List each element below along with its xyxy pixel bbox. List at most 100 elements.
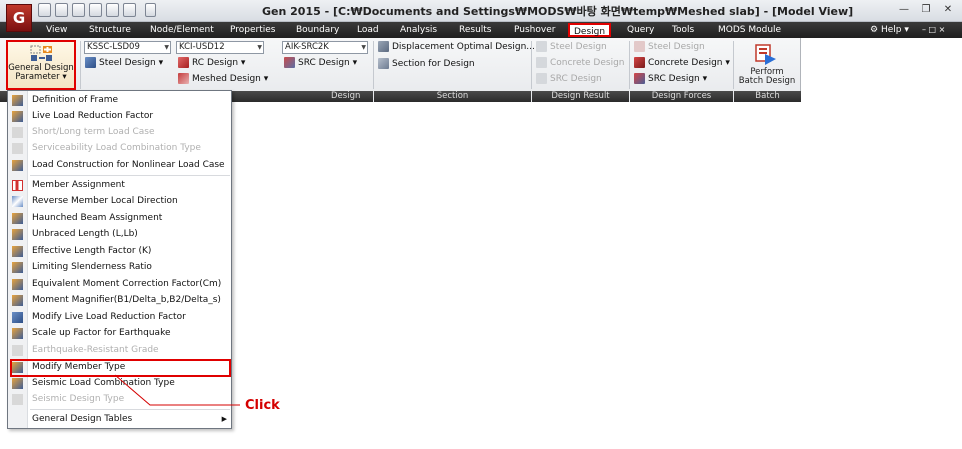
menu-design[interactable]: Design xyxy=(568,23,612,37)
menu-item-short-long-term-load-case: Short/Long term Load Case xyxy=(8,124,231,140)
menu-item-live-load-reduction-factor[interactable]: Live Load Reduction Factor xyxy=(8,108,231,124)
src-design-button[interactable]: SRC Design ▾ xyxy=(284,56,357,70)
menu-tools[interactable]: Tools xyxy=(672,22,694,38)
src-design-icon xyxy=(284,57,295,68)
window-title: Gen 2015 - [C:₩Documents and Settings₩MO… xyxy=(262,5,854,18)
print-preview-icon[interactable] xyxy=(106,3,119,17)
slenderness-icon xyxy=(12,262,23,273)
modify-live-load-icon xyxy=(12,312,23,323)
general-design-parameter-menu: Definition of Frame Live Load Reduction … xyxy=(7,90,232,429)
menu-item-haunched-beam-assignment[interactable]: Haunched Beam Assignment xyxy=(8,210,231,226)
chevron-down-icon: ▼ xyxy=(361,44,366,51)
menu-separator xyxy=(30,409,230,410)
menu-query[interactable]: Query xyxy=(627,22,654,38)
group-label-design-forces: Design Forces xyxy=(630,91,733,102)
result-concrete-design-button: Concrete Design xyxy=(536,56,624,70)
rc-code-combo[interactable]: KCI-USD12 ▼ xyxy=(176,41,264,54)
forces-steel-design-button: Steel Design xyxy=(634,40,705,54)
meshed-design-button[interactable]: Meshed Design ▾ xyxy=(178,72,268,86)
menu-item-reverse-member-local-direction[interactable]: Reverse Member Local Direction xyxy=(8,193,231,209)
quick-access-dropdown-icon[interactable] xyxy=(145,3,156,17)
menu-item-definition-of-frame[interactable]: Definition of Frame xyxy=(8,92,231,108)
separator xyxy=(531,41,532,89)
src-result-icon xyxy=(536,73,547,84)
displacement-optimal-design-button[interactable]: Displacement Optimal Design... xyxy=(378,40,535,54)
frame-icon xyxy=(12,95,23,106)
general-design-parameter-button[interactable]: General Design Parameter ▾ xyxy=(6,40,76,90)
click-annotation: Click xyxy=(245,398,280,413)
batch-design-icon xyxy=(755,44,776,65)
steel-design-button[interactable]: Steel Design ▾ xyxy=(85,56,163,70)
separator xyxy=(733,41,734,89)
group-label-batch: Batch xyxy=(734,91,801,102)
unbraced-length-icon xyxy=(12,229,23,240)
steel-forces-icon xyxy=(634,41,645,52)
menu-structure[interactable]: Structure xyxy=(89,22,131,38)
open-folder-icon[interactable] xyxy=(38,3,51,17)
menu-pushover[interactable]: Pushover xyxy=(514,22,555,38)
steel-code-combo[interactable]: KSSC-LSD09 ▼ xyxy=(84,41,171,54)
menu-item-member-assignment[interactable]: Member Assignment xyxy=(8,177,231,193)
mdi-window-controls[interactable]: – □ × xyxy=(922,22,945,38)
menu-load[interactable]: Load xyxy=(357,22,379,38)
separator xyxy=(373,41,374,89)
save-icon[interactable] xyxy=(72,3,85,17)
effective-length-icon xyxy=(12,246,23,257)
title-bar: Gen 2015 - [C:₩Documents and Settings₩MO… xyxy=(0,0,962,22)
moment-magnifier-icon xyxy=(12,295,23,306)
menu-item-effective-length-factor[interactable]: Effective Length Factor (K) xyxy=(8,243,231,259)
forces-concrete-design-button[interactable]: Concrete Design ▾ xyxy=(634,56,730,70)
menu-item-modify-live-load-reduction[interactable]: Modify Live Load Reduction Factor xyxy=(8,309,231,325)
submenu-arrow-icon: ▶ xyxy=(221,415,227,423)
copy-icon[interactable] xyxy=(123,3,136,17)
haunched-beam-icon xyxy=(12,213,23,224)
load-case-icon xyxy=(12,127,23,138)
menu-item-moment-magnifier[interactable]: Moment Magnifier(B1/Delta_b,B2/Delta_s) xyxy=(8,292,231,308)
menu-item-unbraced-length[interactable]: Unbraced Length (L,Lb) xyxy=(8,226,231,242)
menu-item-limiting-slenderness-ratio[interactable]: Limiting Slenderness Ratio xyxy=(8,259,231,275)
nonlinear-load-icon xyxy=(12,160,23,171)
menu-item-equivalent-moment-correction[interactable]: Equivalent Moment Correction Factor(Cm) xyxy=(8,276,231,292)
member-assignment-icon xyxy=(12,180,23,191)
steel-design-icon xyxy=(85,57,96,68)
meshed-design-icon xyxy=(178,73,189,84)
chevron-down-icon: ▼ xyxy=(257,44,262,51)
menu-item-general-design-tables[interactable]: General Design Tables ▶ xyxy=(8,411,231,427)
rc-design-button[interactable]: RC Design ▾ xyxy=(178,56,245,70)
steel-result-icon xyxy=(536,41,547,52)
menu-results[interactable]: Results xyxy=(459,22,492,38)
perform-batch-design-button[interactable]: Perform Batch Design xyxy=(735,41,799,89)
menu-item-seismic-load-combination-type[interactable]: Seismic Load Combination Type xyxy=(8,375,231,391)
new-file-icon[interactable] xyxy=(55,3,68,17)
menu-view[interactable]: View xyxy=(46,22,67,38)
minimize-icon[interactable]: — xyxy=(897,4,911,16)
menu-analysis[interactable]: Analysis xyxy=(400,22,437,38)
src-code-combo[interactable]: AIK-SRC2K ▼ xyxy=(282,41,368,54)
general-design-parameter-icon xyxy=(30,45,52,61)
menu-node-element[interactable]: Node/Element xyxy=(150,22,214,38)
menu-properties[interactable]: Properties xyxy=(230,22,275,38)
restore-icon[interactable]: ❐ xyxy=(919,4,933,16)
section-for-design-button[interactable]: Section for Design xyxy=(378,57,475,71)
group-label-section: Section xyxy=(374,91,531,102)
load-combination-icon xyxy=(12,143,23,154)
src-forces-icon xyxy=(634,73,645,84)
chevron-down-icon: ▼ xyxy=(164,44,169,51)
menu-boundary[interactable]: Boundary xyxy=(296,22,339,38)
rc-design-icon xyxy=(178,57,189,68)
separator xyxy=(629,41,630,89)
close-icon[interactable]: ✕ xyxy=(941,4,955,16)
app-logo[interactable]: G xyxy=(6,4,32,32)
help-icon: ⚙ xyxy=(870,25,881,35)
menu-mods-module[interactable]: MODS Module xyxy=(718,22,781,38)
help-menu[interactable]: ⚙ Help ▾ xyxy=(870,22,909,38)
menu-item-scale-up-factor-earthquake[interactable]: Scale up Factor for Earthquake xyxy=(8,325,231,341)
menu-item-load-construction-nonlinear[interactable]: Load Construction for Nonlinear Load Cas… xyxy=(8,157,231,173)
forces-src-design-button[interactable]: SRC Design ▾ xyxy=(634,72,707,86)
result-steel-design-button: Steel Design xyxy=(536,40,607,54)
reverse-direction-icon xyxy=(12,196,23,207)
earthquake-scale-icon xyxy=(12,328,23,339)
print-icon[interactable] xyxy=(89,3,102,17)
general-design-parameter-label-2: Parameter ▾ xyxy=(15,72,67,82)
menu-item-seismic-design-type: Seismic Design Type xyxy=(8,391,231,407)
